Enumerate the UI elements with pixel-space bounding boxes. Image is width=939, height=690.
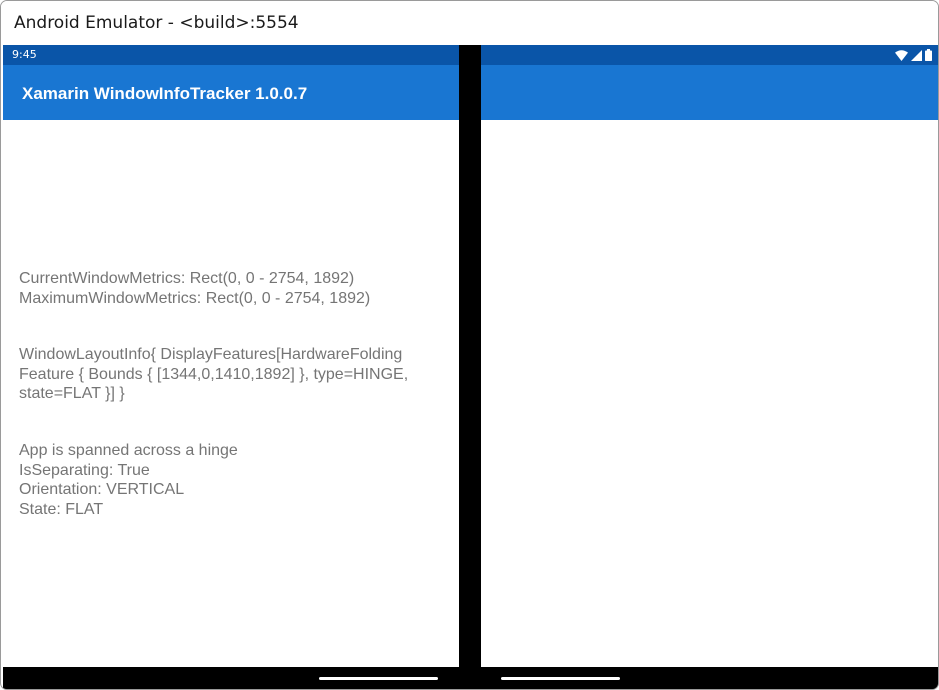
emulator-window: Android Emulator - <build>:5554 9:45 Xam… [0, 0, 939, 690]
status-bar-right [481, 45, 938, 65]
window-layout-info-block: WindowLayoutInfo{ DisplayFeatures[Hardwa… [19, 345, 444, 404]
maximum-window-metrics: MaximumWindowMetrics: Rect(0, 0 - 2754, … [19, 289, 371, 307]
layout-info-line: Feature { Bounds { [1344,0,1410,1892] },… [19, 365, 409, 383]
current-window-metrics: CurrentWindowMetrics: Rect(0, 0 - 2754, … [19, 270, 355, 287]
status-bar-left: 9:45 [3, 45, 459, 65]
status-clock: 9:45 [12, 48, 37, 61]
dual-screen-device: 9:45 Xamarin WindowInfoTracker 1.0.0.7 C… [3, 45, 938, 689]
navigation-bar [3, 667, 938, 689]
home-gesture-handle-right[interactable] [501, 677, 620, 680]
left-screen: 9:45 Xamarin WindowInfoTracker 1.0.0.7 C… [3, 45, 459, 667]
wifi-icon [895, 49, 908, 61]
hinge-status-block: App is spanned across a hinge IsSeparati… [19, 441, 444, 519]
layout-info-line: state=FLAT }] } [19, 385, 125, 403]
status-icons [895, 48, 932, 62]
window-titlebar[interactable]: Android Emulator - <build>:5554 [1, 1, 938, 45]
spanned-status: App is spanned across a hinge [19, 441, 238, 459]
home-gesture-handle-left[interactable] [319, 677, 438, 680]
battery-icon [925, 49, 932, 61]
window-info-content: CurrentWindowMetrics: Rect(0, 0 - 2754, … [19, 269, 444, 519]
app-title: Xamarin WindowInfoTracker 1.0.0.7 [22, 84, 308, 103]
orientation-status: Orientation: VERTICAL [19, 481, 185, 499]
is-separating-status: IsSeparating: True [19, 461, 150, 479]
layout-info-line: WindowLayoutInfo{ DisplayFeatures[Hardwa… [19, 346, 403, 364]
app-bar-left: Xamarin WindowInfoTracker 1.0.0.7 [3, 65, 459, 120]
window-metrics-block: CurrentWindowMetrics: Rect(0, 0 - 2754, … [19, 269, 444, 308]
window-title: Android Emulator - <build>:5554 [14, 13, 299, 33]
app-bar-right [481, 65, 938, 120]
cellular-signal-icon [911, 49, 922, 61]
right-screen [481, 45, 938, 667]
state-status: State: FLAT [19, 500, 104, 518]
